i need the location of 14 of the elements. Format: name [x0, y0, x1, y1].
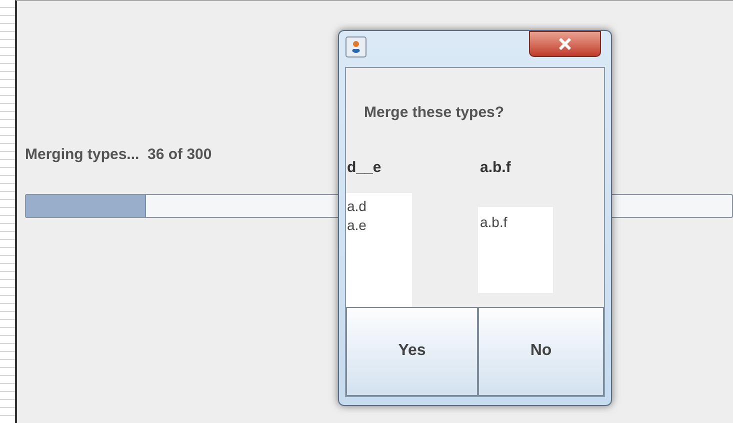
type-list[interactable]: a.d a.e: [346, 193, 412, 306]
close-icon: [558, 38, 572, 50]
progress-label: Merging types... 36 of 300: [25, 145, 213, 165]
type-list[interactable]: a.b.f: [478, 207, 553, 292]
no-button[interactable]: No: [478, 306, 604, 396]
close-button[interactable]: [529, 31, 601, 57]
list-item[interactable]: a.e: [347, 216, 412, 235]
yes-button[interactable]: Yes: [346, 306, 478, 396]
list-item[interactable]: a.b.f: [480, 213, 553, 232]
column-heading: d__e: [347, 158, 382, 178]
dialog-question: Merge these types?: [364, 103, 506, 123]
list-item[interactable]: a.d: [347, 197, 412, 216]
column-heading: a.b.f: [480, 158, 512, 178]
app-icon: [345, 36, 367, 58]
